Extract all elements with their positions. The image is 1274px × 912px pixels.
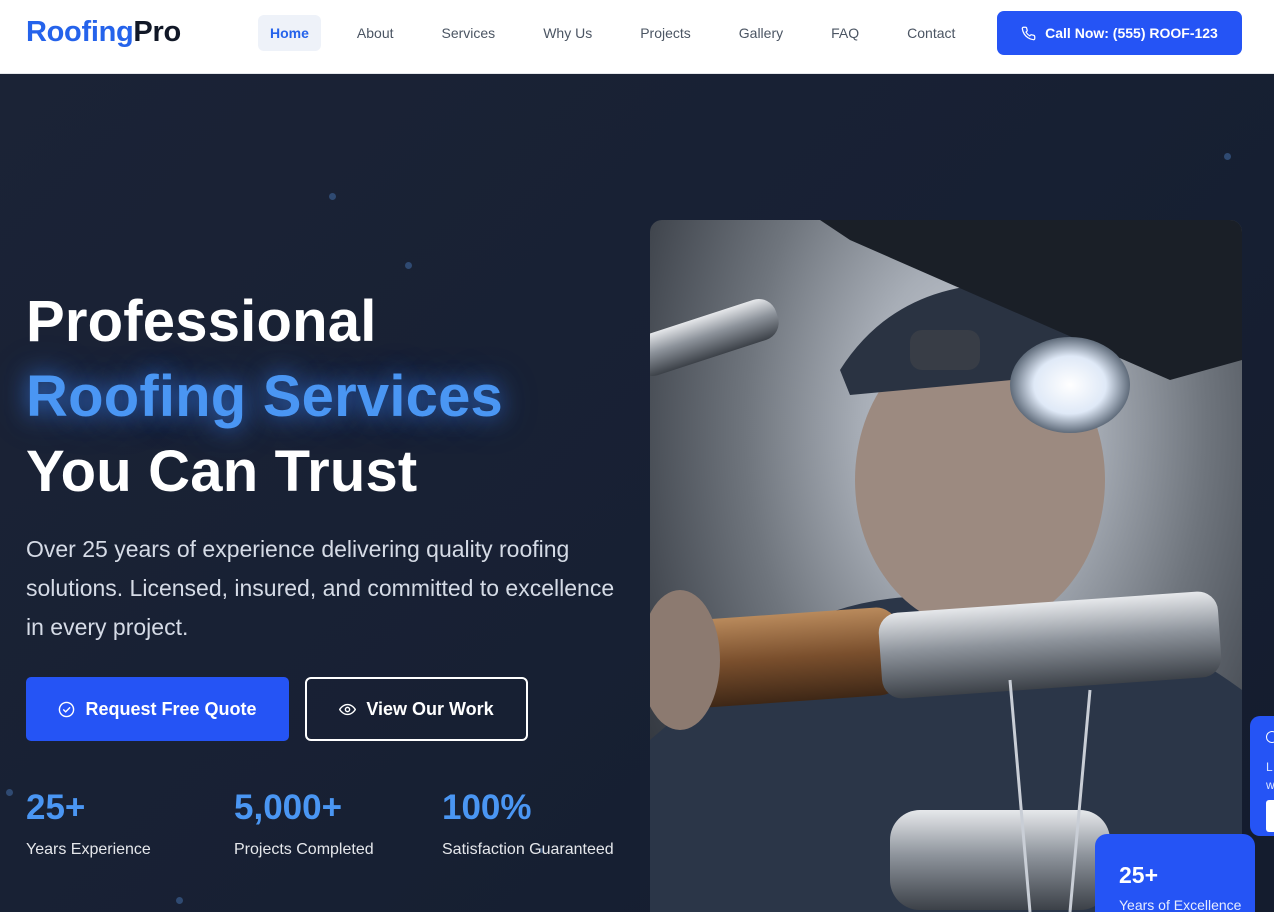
side-card-line-1: L [1266, 760, 1273, 774]
side-card-line-2: w [1266, 778, 1274, 792]
call-now-button[interactable]: Call Now: (555) ROOF-123 [997, 11, 1242, 55]
stat-value: 25+ [26, 788, 86, 827]
nav-item-why-us[interactable]: Why Us [531, 15, 604, 51]
headline-line-3: You Can Trust [26, 439, 418, 504]
decorative-dot [1224, 153, 1231, 160]
side-card-text: Lw [1266, 758, 1274, 794]
hero-subtitle: Over 25 years of experience delivering q… [26, 536, 615, 640]
brand-logo-part2: Pro [133, 16, 181, 48]
headline-line-1: Professional [26, 289, 377, 354]
view-work-label: View Our Work [366, 698, 494, 719]
phone-icon [1021, 26, 1036, 40]
nav-item-contact[interactable]: Contact [895, 15, 967, 51]
stat-years: 25+ Years Experience [26, 788, 151, 859]
call-now-label: Call Now: (555) ROOF-123 [1045, 25, 1218, 41]
decorative-dot [6, 789, 13, 796]
roofer-illustration [650, 220, 1242, 912]
side-card-button[interactable] [1266, 800, 1274, 832]
eye-icon [339, 703, 357, 715]
stat-projects: 5,000+ Projects Completed [234, 788, 374, 859]
check-circle-icon [59, 701, 75, 717]
brand-logo-part1: Roofing [26, 16, 134, 48]
floating-side-card[interactable]: Lw [1250, 716, 1274, 836]
nav-item-projects[interactable]: Projects [628, 15, 703, 51]
top-navigation: RoofingPro Home About Services Why Us Pr… [0, 0, 1274, 74]
decorative-dot [176, 897, 183, 904]
hero-headline: Professional Roofing Services You Can Tr… [26, 284, 503, 509]
badge-label: Years of Excellence [1119, 897, 1242, 912]
headline-accent: Roofing Services [26, 364, 503, 429]
badge-value: 25+ [1119, 862, 1159, 888]
view-work-button[interactable]: View Our Work [305, 677, 528, 741]
request-quote-label: Request Free Quote [85, 698, 257, 719]
main-menu: Home About Services Why Us Projects Gall… [258, 15, 991, 51]
decorative-dot [329, 193, 336, 200]
nav-item-services[interactable]: Services [430, 15, 508, 51]
hero-section: Professional Roofing Services You Can Tr… [0, 74, 1274, 912]
experience-badge: 25+ Years of Excellence [1095, 834, 1255, 912]
stat-satisfaction: 100% Satisfaction Guaranteed [442, 788, 614, 859]
nav-item-about[interactable]: About [345, 15, 406, 51]
stat-label: Years Experience [26, 841, 151, 858]
nav-item-home[interactable]: Home [258, 15, 321, 51]
nav-item-gallery[interactable]: Gallery [727, 15, 795, 51]
stat-label: Satisfaction Guaranteed [442, 841, 614, 858]
stat-value: 100% [442, 788, 532, 827]
nav-item-faq[interactable]: FAQ [819, 15, 871, 51]
clock-icon [1266, 731, 1274, 743]
stat-value: 5,000+ [234, 788, 343, 827]
stat-label: Projects Completed [234, 841, 374, 858]
decorative-dot [405, 262, 412, 269]
hero-photo [650, 220, 1242, 912]
request-quote-button[interactable]: Request Free Quote [26, 677, 289, 741]
brand-logo[interactable]: RoofingPro [26, 16, 181, 49]
